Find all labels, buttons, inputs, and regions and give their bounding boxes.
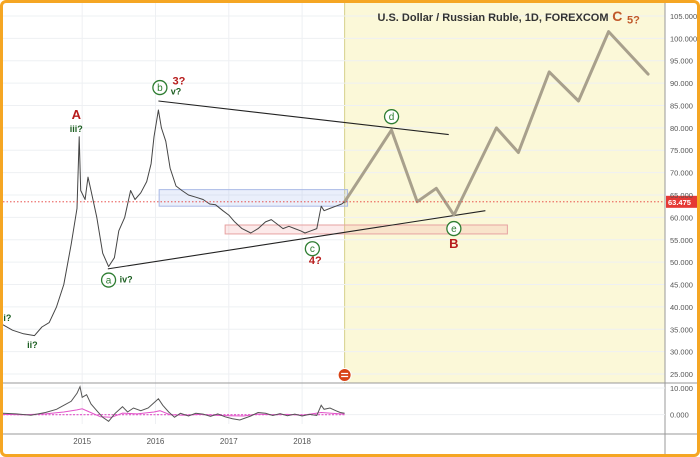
y-tick-label: 105.000: [670, 12, 697, 21]
wave-label: ii?: [27, 340, 38, 350]
x-tick-label: 2015: [73, 437, 91, 446]
wave-label: 4?: [309, 255, 322, 267]
y-tick-label: 90.000: [670, 79, 693, 88]
y-tick-label: 85.000: [670, 101, 693, 110]
price-chart[interactable]: 63.475 i?ii?Aiii?a iv?b3?v?c4?deBC 5? 25.0…: [3, 3, 697, 454]
wave-label: C: [612, 8, 622, 24]
y-tick-label: 60.000: [670, 213, 693, 222]
y-tick-label: 30.000: [670, 348, 693, 357]
wave-label: B: [449, 236, 458, 251]
y-tick-label: 75.000: [670, 146, 693, 155]
wave-label: a: [106, 276, 112, 287]
wave-label: v?: [171, 86, 182, 96]
wave-label: b: [157, 83, 163, 94]
wave-label: 5?: [627, 14, 640, 26]
x-tick-label: 2016: [147, 437, 165, 446]
wave-label: c: [310, 244, 315, 255]
wave-label: iii?: [70, 124, 83, 134]
wave-label: d: [389, 112, 395, 123]
wave-label: i?: [3, 313, 11, 323]
blue-range-box[interactable]: [158, 189, 349, 207]
y-tick-label: 50.000: [670, 258, 693, 267]
y-tick-label: 45.000: [670, 281, 693, 290]
x-tick-label: 2017: [220, 437, 238, 446]
y-tick-label: 70.000: [670, 169, 693, 178]
osc-main-line[interactable]: [3, 385, 345, 422]
y-tick-label: 80.000: [670, 124, 693, 133]
event-flag-icon[interactable]: [337, 368, 352, 382]
y-tick-label: 55.000: [670, 236, 693, 245]
y-tick-label: 100.000: [670, 34, 697, 43]
price-line[interactable]: [3, 109, 345, 337]
y-tick-label: 40.000: [670, 303, 693, 312]
chart-frame: 63.475 i? ii? Aiii? a iv? b 3? v? c 4? d e B C 5? 25.0…: [0, 0, 700, 457]
y-tick-label: 95.000: [670, 57, 693, 66]
y-tick-label: 35.000: [670, 325, 693, 334]
projection-zone: [344, 3, 665, 383]
osc-tick-label: 10.000: [670, 384, 693, 393]
osc-tick-label: 0.000: [670, 411, 689, 420]
y-tick-label: 65.000: [670, 191, 693, 200]
x-tick-label: 2018: [293, 437, 311, 446]
wave-label: A: [72, 107, 82, 122]
wave-label: iv?: [120, 274, 133, 284]
y-tick-label: 25.000: [670, 370, 693, 379]
wave-label: e: [451, 224, 457, 235]
chart-title: U.S. Dollar / Russian Ruble, 1D, FOREXCO…: [377, 12, 608, 24]
